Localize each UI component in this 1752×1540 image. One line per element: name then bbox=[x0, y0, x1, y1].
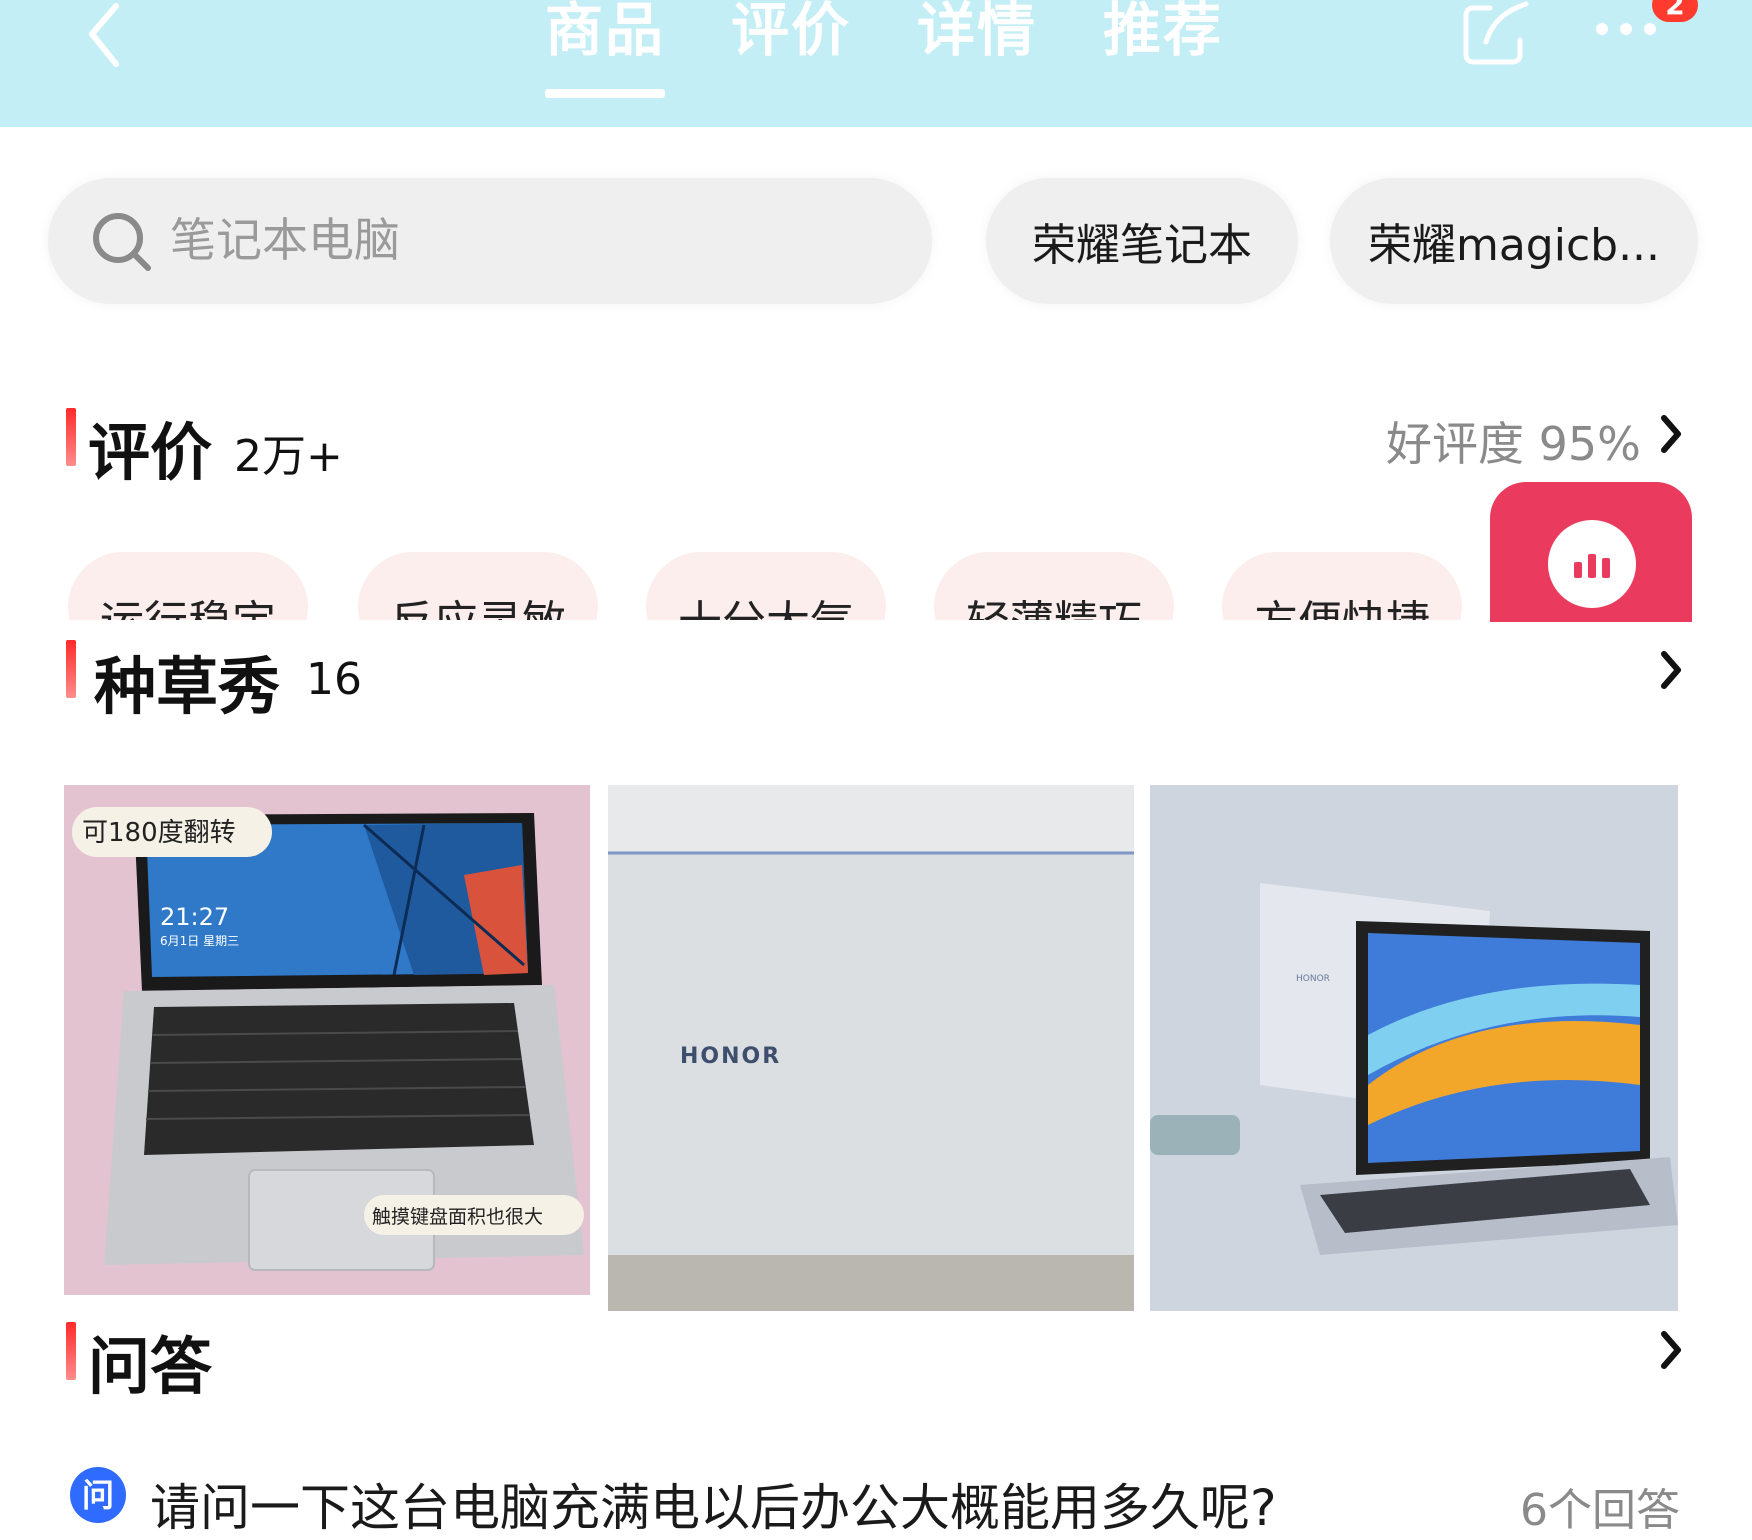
chart-icon bbox=[1548, 520, 1636, 608]
tab-product[interactable]: 商品 bbox=[545, 0, 666, 98]
back-icon[interactable] bbox=[82, 2, 142, 72]
tab-bar: 商品 评价 详情 推荐 bbox=[545, 0, 1223, 98]
showcase-title: 种草秀 bbox=[94, 650, 281, 723]
search-placeholder: 笔记本电脑 bbox=[170, 213, 400, 267]
caption-bottom: 触摸键盘面积也很大 bbox=[372, 1206, 543, 1228]
reviews-title: 评价 bbox=[88, 416, 213, 489]
honor-lid-illustration: HONOR bbox=[608, 785, 1134, 1311]
search-icon bbox=[93, 213, 151, 271]
laptop-photo-illustration: 可180度翻转 21:27 6月1日 星期三 触摸键盘面积也很大 bbox=[64, 785, 590, 1295]
review-tag[interactable]: 运行稳定 bbox=[68, 552, 308, 620]
screen-time: 21:27 bbox=[160, 903, 229, 931]
tab-details[interactable]: 详情 bbox=[917, 0, 1037, 90]
tab-reviews[interactable]: 评价 bbox=[731, 0, 851, 90]
reviews-count: 2万+ bbox=[234, 431, 343, 482]
section-accent-bar bbox=[66, 408, 76, 466]
top-nav-bar: 商品 评价 详情 推荐 2 bbox=[0, 0, 1752, 127]
chevron-right-icon[interactable] bbox=[1658, 412, 1684, 456]
review-tag[interactable]: 轻薄精巧 bbox=[934, 552, 1174, 620]
search-chip-magicbook[interactable]: 荣耀magicb... bbox=[1330, 178, 1698, 304]
screen-date: 6月1日 星期三 bbox=[160, 934, 239, 948]
qa-answer-count[interactable]: 6个回答 bbox=[1520, 1474, 1680, 1538]
qa-question[interactable]: 请问一下这台电脑充满电以后办公大概能用多久呢? bbox=[150, 1468, 1277, 1540]
search-input[interactable]: 笔记本电脑 bbox=[48, 178, 932, 304]
tab-recommend[interactable]: 推荐 bbox=[1103, 0, 1223, 90]
laptop-render-illustration: HONOR bbox=[1150, 785, 1678, 1311]
review-tag[interactable]: 反应灵敏 bbox=[358, 552, 598, 620]
back-laptop-brand: HONOR bbox=[1296, 974, 1330, 984]
chevron-right-icon[interactable] bbox=[1658, 1328, 1684, 1372]
showcase-image-3[interactable]: HONOR bbox=[1150, 785, 1678, 1311]
section-accent-bar bbox=[66, 640, 76, 698]
showcase-image-1[interactable]: 可180度翻转 21:27 6月1日 星期三 触摸键盘面积也很大 bbox=[64, 785, 590, 1295]
review-tag[interactable]: 方便快捷 bbox=[1222, 552, 1462, 620]
notification-badge: 2 bbox=[1652, 0, 1698, 22]
qa-title: 问答 bbox=[88, 1330, 213, 1403]
question-icon: 问 bbox=[70, 1467, 126, 1523]
positive-rating[interactable]: 好评度 95% bbox=[1386, 408, 1641, 474]
brand-logo: HONOR bbox=[680, 1044, 781, 1069]
caption-top: 可180度翻转 bbox=[82, 818, 236, 848]
chevron-right-icon[interactable] bbox=[1658, 648, 1684, 692]
review-tag[interactable]: 十分大气 bbox=[646, 552, 886, 620]
share-icon[interactable] bbox=[1460, 0, 1532, 66]
showcase-count: 16 bbox=[306, 654, 362, 705]
section-accent-bar bbox=[66, 1322, 76, 1380]
search-chip-honor-laptop[interactable]: 荣耀笔记本 bbox=[986, 178, 1298, 304]
showcase-image-2[interactable]: HONOR bbox=[608, 785, 1134, 1311]
floating-stats-button[interactable] bbox=[1490, 482, 1692, 622]
